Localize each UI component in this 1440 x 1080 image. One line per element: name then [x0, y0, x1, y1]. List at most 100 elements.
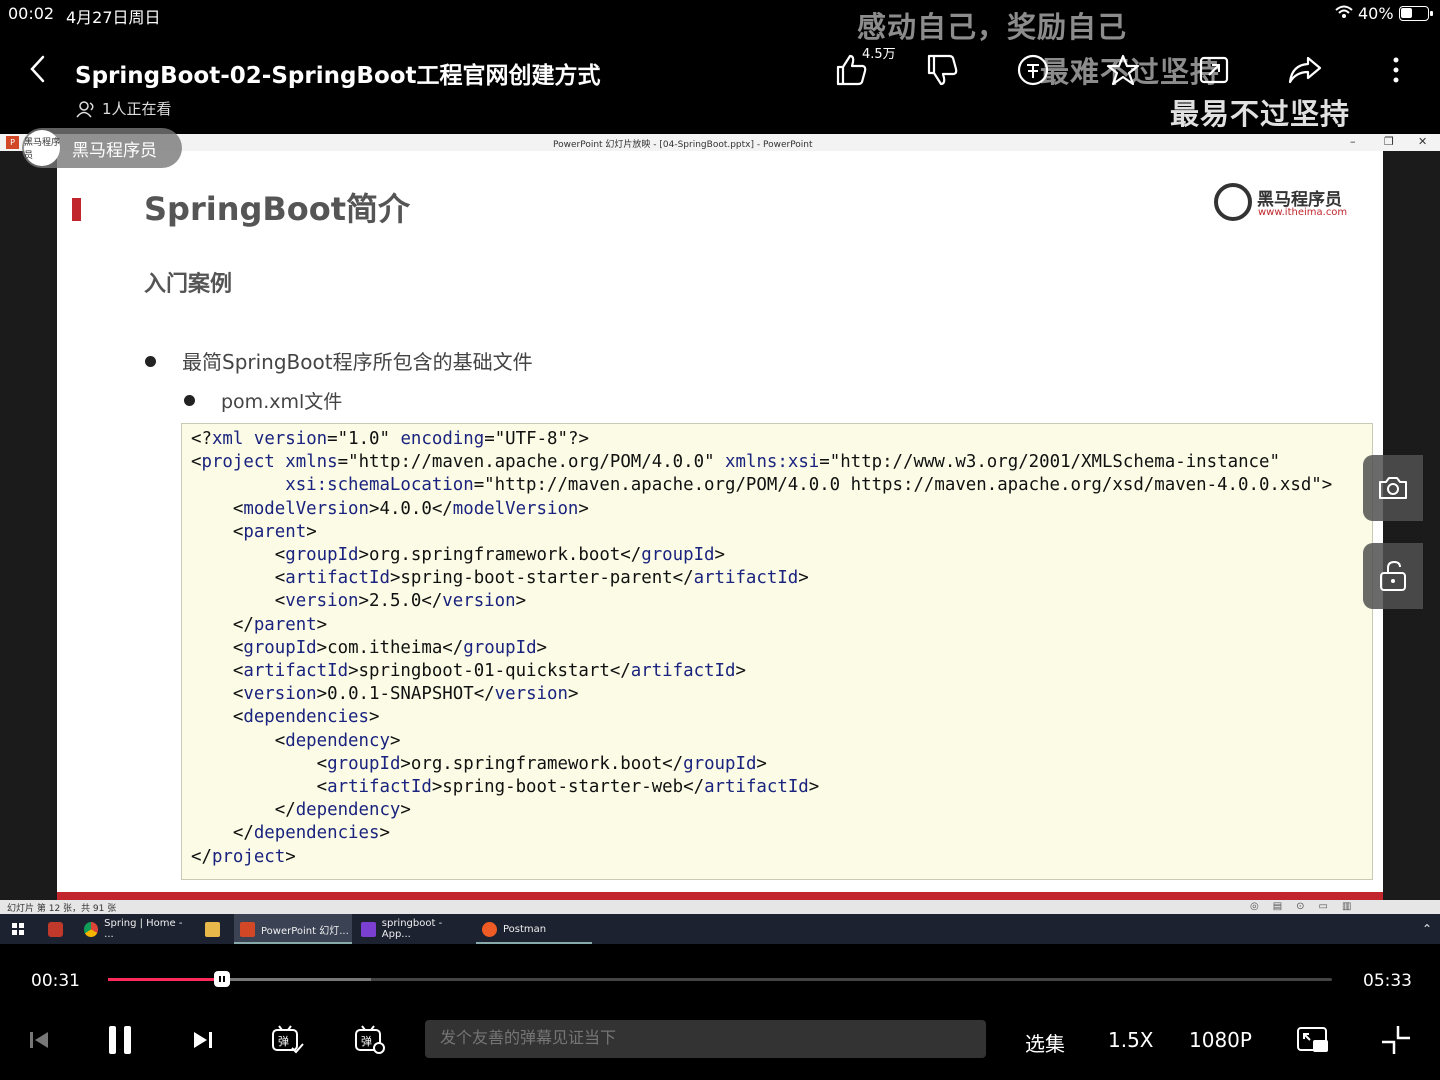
- battery-percent: 40%: [1358, 4, 1394, 23]
- ppt-slide-area: SpringBoot简介 黑马程序员 www.itheima.com 入门案例 …: [0, 151, 1440, 900]
- video-player-controls: 00:31 05:33 弹 弹 选集 1.5X 1080P: [0, 944, 1440, 1080]
- danmaku-comment: 感动自己，奖励自己: [857, 10, 1128, 44]
- taskbar-item-label: Postman: [503, 923, 547, 935]
- code-line: <dependency>: [191, 730, 401, 751]
- status-bar: 00:02 4月27日周日 40%: [0, 0, 1440, 28]
- windows-taskbar: Spring | Home - ... PowerPoint 幻灯... spr…: [0, 914, 1440, 944]
- battery-icon: [1399, 6, 1433, 21]
- bullet-dot-icon: [145, 356, 156, 367]
- taskbar-item: Spring | Home - ...: [78, 914, 190, 944]
- svg-text:弹: 弹: [278, 1034, 289, 1048]
- code-block-pom-xml: <?xml version="1.0" encoding="UTF-8"?> <…: [181, 423, 1373, 880]
- danmaku-input[interactable]: [425, 1020, 986, 1058]
- bullet-level-1: 最简SpringBoot程序所包含的基础文件: [145, 346, 533, 375]
- taskbar-item-label: Spring | Home - ...: [104, 918, 183, 940]
- exit-fullscreen-icon: [1382, 1026, 1410, 1054]
- code-line: </dependencies>: [191, 823, 390, 844]
- video-frame[interactable]: P PowerPoint 幻灯片放映 - [04-SpringBoot.pptx…: [0, 134, 1440, 914]
- pip-icon: [1297, 1027, 1328, 1052]
- more-vertical-icon: [1393, 57, 1399, 83]
- viewer-count: 1人正在看: [76, 98, 172, 119]
- danmaku-settings-button[interactable]: 弹: [352, 1022, 388, 1058]
- slide-title: SpringBoot简介: [144, 190, 411, 228]
- slide-subtitle: 入门案例: [144, 272, 233, 297]
- share-button[interactable]: [1285, 50, 1325, 90]
- current-time: 00:31: [31, 971, 80, 991]
- itheima-logo: 黑马程序员 www.itheima.com: [1212, 181, 1352, 223]
- code-line: <version>0.0.1-SNAPSHOT</version>: [191, 684, 579, 705]
- taskbar-item-label: springboot - App...: [381, 918, 443, 940]
- code-line: <groupId>org.springframework.boot</group…: [191, 753, 767, 774]
- pause-button[interactable]: [104, 1022, 136, 1058]
- taskbar-item: PowerPoint 幻灯...: [234, 914, 352, 944]
- thumbs-down-icon: [927, 54, 958, 86]
- picture-in-picture-button[interactable]: [1295, 1022, 1331, 1058]
- code-line: <parent>: [191, 521, 317, 542]
- code-line: <artifactId>spring-boot-starter-parent</…: [191, 568, 809, 589]
- code-line: <artifactId>springboot-01-quickstart</ar…: [191, 661, 746, 682]
- chevron-up-icon: ⌃: [1422, 922, 1433, 936]
- quality-button[interactable]: 1080P: [1189, 1028, 1252, 1052]
- total-time: 05:33: [1363, 971, 1412, 991]
- taskbar-item-label: PowerPoint 幻灯...: [261, 925, 349, 937]
- back-button[interactable]: [22, 52, 52, 86]
- slide-accent-bar: [72, 198, 81, 221]
- code-line: <groupId>org.springframework.boot</group…: [191, 545, 726, 566]
- code-line: <artifactId>spring-boot-starter-web</art…: [191, 777, 820, 798]
- code-line: <dependencies>: [191, 707, 380, 728]
- speed-button[interactable]: 1.5X: [1108, 1028, 1154, 1052]
- screenshot-button[interactable]: [1363, 455, 1423, 521]
- bullet-text: 最简SpringBoot程序所包含的基础文件: [182, 350, 533, 374]
- more-button[interactable]: [1376, 50, 1416, 90]
- logo-url: www.itheima.com: [1258, 207, 1348, 218]
- danmaku-comment: 最易不过坚持: [1170, 97, 1351, 131]
- status-date: 4月27日周日: [66, 8, 161, 27]
- code-line: <modelVersion>4.0.0</modelVersion>: [191, 498, 589, 519]
- dislike-button[interactable]: [922, 50, 962, 90]
- chevron-left-icon: [30, 55, 45, 83]
- intellij-icon: [361, 921, 376, 937]
- ppt-window-title: PowerPoint 幻灯片放映 - [04-SpringBoot.pptx] …: [553, 140, 813, 150]
- video-header: SpringBoot-02-SpringBoot工程官网创建方式 1人正在看 4…: [0, 10, 1440, 134]
- slide-counter: 幻灯片 第 12 张，共 91 张: [7, 904, 117, 914]
- channel-avatar: 黑马程序员: [24, 130, 60, 166]
- camera-icon: [1379, 477, 1407, 499]
- code-line: </project>: [191, 846, 296, 867]
- postman-icon: [482, 921, 497, 937]
- exit-fullscreen-button[interactable]: [1378, 1022, 1414, 1058]
- status-time: 00:02: [8, 4, 55, 23]
- next-button[interactable]: [188, 1022, 218, 1058]
- ppt-statusbar: 幻灯片 第 12 张，共 91 张 ◎▤⊙▭▥: [0, 900, 1440, 914]
- previous-button[interactable]: [24, 1022, 54, 1058]
- folder-icon: [199, 914, 229, 944]
- close-icon: ✕: [1418, 135, 1428, 148]
- progress-handle[interactable]: [213, 971, 230, 987]
- channel-badge[interactable]: 黑马程序员 黑马程序员: [22, 128, 182, 168]
- code-line: xsi:schemaLocation="http://maven.apache.…: [285, 475, 1333, 496]
- danmaku-toggle-button[interactable]: 弹: [269, 1022, 305, 1058]
- powerpoint-icon: [240, 921, 255, 937]
- code-line: <version>2.5.0</version>: [191, 591, 527, 612]
- slide-bottom-rule: [57, 892, 1383, 900]
- bullet-text: pom.xml文件: [221, 391, 343, 413]
- wifi-icon: [1335, 5, 1353, 18]
- powerpoint-app-icon: P: [6, 136, 19, 149]
- danmaku-settings-icon: 弹: [355, 1025, 385, 1054]
- pause-icon: [109, 1026, 131, 1054]
- danmaku-on-icon: 弹: [272, 1025, 304, 1054]
- channel-name: 黑马程序员: [72, 140, 157, 161]
- code-line: </parent>: [191, 614, 328, 635]
- share-icon: [1288, 56, 1322, 84]
- chrome-icon: [84, 921, 99, 937]
- episodes-button[interactable]: 选集: [1025, 1028, 1065, 1057]
- bullet-dot-icon: [184, 395, 195, 406]
- code-line: <?xml version="1.0" encoding="UTF-8"?>: [191, 429, 589, 449]
- unlock-icon: [1380, 560, 1406, 591]
- viewer-count-label: 1人正在看: [102, 100, 172, 118]
- progress-bar[interactable]: [108, 971, 1332, 987]
- code-line: </dependency>: [191, 800, 411, 821]
- view-mode-icons: ◎▤⊙▭▥: [1250, 901, 1366, 912]
- video-title: SpringBoot-02-SpringBoot工程官网创建方式: [75, 63, 601, 89]
- logo-horse-icon: [1214, 183, 1252, 221]
- lock-screen-button[interactable]: [1363, 543, 1423, 609]
